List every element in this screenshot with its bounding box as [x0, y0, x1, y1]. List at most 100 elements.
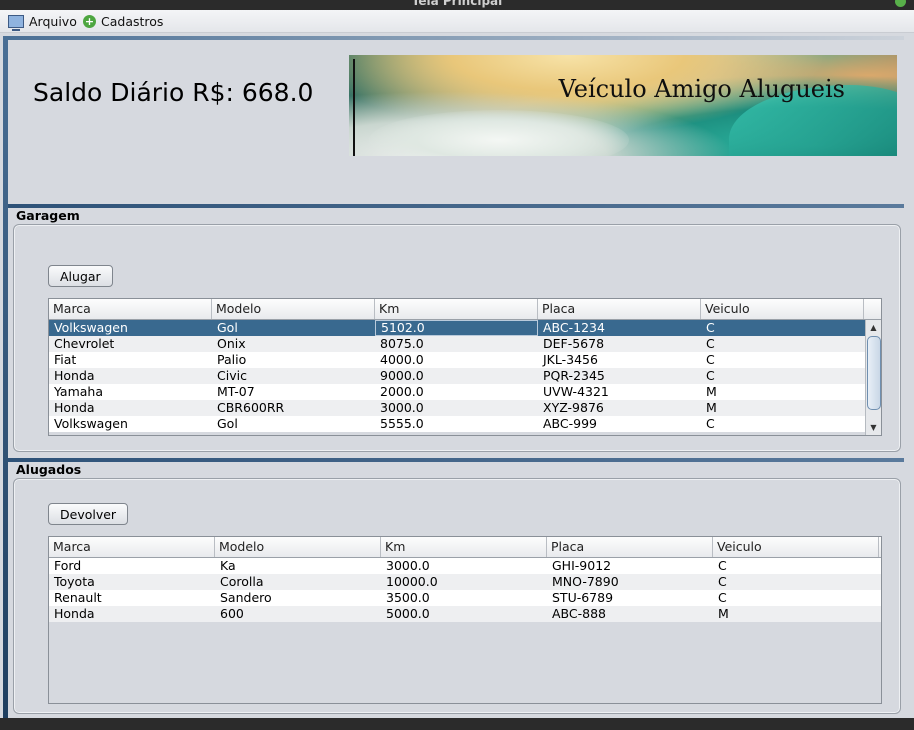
table-cell: 9000.0	[380, 368, 424, 383]
scroll-up-icon[interactable]: ▲	[866, 322, 881, 334]
table-row[interactable]: Toyota Corolla 10000.0 MNO-7890 C	[49, 574, 881, 590]
garagem-separator	[8, 204, 904, 208]
garagem-scrollbar[interactable]: ▲ ▼	[865, 320, 881, 435]
table-cell: MT-07	[217, 384, 255, 399]
table-row[interactable]: Chevrolet Onix 8075.0 DEF-5678 C	[49, 336, 881, 352]
banner-smoke	[369, 110, 629, 156]
table-cell: Honda	[54, 400, 95, 415]
table-cell: 10000.0	[386, 574, 438, 589]
table-cell: Gol	[217, 416, 238, 431]
table-cell: Volkswagen	[54, 320, 128, 335]
table-row[interactable]: Renault Sandero 3500.0 STU-6789 C	[49, 590, 881, 606]
table-cell: 5000.0	[386, 606, 430, 621]
table-cell: Toyota	[54, 574, 95, 589]
table-cell: Yamaha	[54, 384, 103, 399]
saldo-diario-label: Saldo Diário R$: 668.0	[33, 78, 314, 107]
table-cell: 4000.0	[380, 352, 424, 367]
garagem-table[interactable]: Marca Modelo Km Placa Veiculo Volkswagen…	[48, 298, 882, 436]
table-cell: Ka	[220, 558, 236, 573]
menu-bar: Arquivo + Cadastros	[0, 10, 914, 33]
table-cell: GHI-9012	[552, 558, 612, 573]
table-cell: 5555.0	[380, 416, 424, 431]
alugar-button[interactable]: Alugar	[48, 265, 113, 287]
scroll-thumb[interactable]	[867, 336, 881, 410]
table-row[interactable]: Volkswagen Gol 5555.0 ABC-999 C	[49, 416, 881, 432]
table-cell: JKL-3456	[543, 352, 598, 367]
table-cell: 2000.0	[380, 384, 424, 399]
col-km[interactable]: Km	[375, 299, 538, 319]
menu-cadastros[interactable]: + Cadastros	[83, 13, 163, 29]
garagem-table-body: Volkswagen Gol 5102.0 ABC-1234 C Chevrolet Oni…	[49, 320, 881, 432]
table-cell: ABC-999	[543, 416, 598, 431]
col-modelo[interactable]: Modelo	[212, 299, 375, 319]
col-placa[interactable]: Placa	[547, 537, 713, 557]
table-row[interactable]: Honda CBR600RR 3000.0 XYZ-9876 M	[49, 400, 881, 416]
plus-icon: +	[83, 14, 96, 28]
table-cell: CBR600RR	[217, 400, 285, 415]
table-cell: 3000.0	[386, 558, 430, 573]
table-cell: Ford	[54, 558, 82, 573]
col-km[interactable]: Km	[381, 537, 547, 557]
table-cell: C	[706, 416, 715, 431]
table-cell: Sandero	[220, 590, 272, 605]
devolver-button[interactable]: Devolver	[48, 503, 129, 525]
table-cell: ABC-888	[552, 606, 607, 621]
table-cell: C	[718, 574, 727, 589]
table-cell: 3500.0	[386, 590, 430, 605]
table-row[interactable]: Volkswagen Gol 5102.0 ABC-1234 C	[49, 320, 881, 336]
table-cell: DEF-5678	[543, 336, 605, 351]
table-cell: Gol	[217, 320, 238, 335]
col-marca[interactable]: Marca	[49, 299, 212, 319]
table-row[interactable]: Yamaha MT-07 2000.0 UVW-4321 M	[49, 384, 881, 400]
table-cell: C	[718, 590, 727, 605]
table-cell: 8075.0	[380, 336, 424, 351]
table-cell: Corolla	[220, 574, 264, 589]
garagem-title: Garagem	[16, 208, 80, 223]
table-cell: C	[706, 368, 715, 383]
banner-divider	[353, 59, 355, 156]
scroll-down-icon[interactable]: ▼	[866, 422, 881, 434]
col-placa[interactable]: Placa	[538, 299, 701, 319]
table-cell: C	[706, 336, 715, 351]
table-cell: Volkswagen	[54, 416, 128, 431]
table-cell: M	[718, 606, 729, 621]
table-cell: ABC-1234	[543, 320, 605, 335]
table-cell: XYZ-9876	[543, 400, 604, 415]
table-row[interactable]: Fiat Palio 4000.0 JKL-3456 C	[49, 352, 881, 368]
table-cell: Honda	[54, 606, 95, 621]
table-row[interactable]: Ford Ka 3000.0 GHI-9012 C	[49, 558, 881, 574]
col-modelo[interactable]: Modelo	[215, 537, 381, 557]
table-cell: Civic	[217, 368, 247, 383]
alugados-table-header: Marca Modelo Km Placa Veiculo	[49, 537, 881, 558]
menu-cadastros-label: Cadastros	[101, 13, 164, 29]
col-veiculo[interactable]: Veiculo	[713, 537, 879, 557]
alugados-title: Alugados	[16, 462, 82, 477]
banner-title: Veículo Amigo Alugueis	[558, 75, 845, 103]
window-title: Tela Principal	[411, 0, 503, 8]
table-cell: M	[706, 384, 717, 399]
table-row[interactable]: Honda Civic 9000.0 PQR-2345 C	[49, 368, 881, 384]
alugados-table[interactable]: Marca Modelo Km Placa Veiculo Ford Ka 3000…	[48, 536, 882, 704]
table-cell: Honda	[54, 368, 95, 383]
table-cell: Fiat	[54, 352, 77, 367]
table-cell: C	[706, 320, 715, 335]
table-cell: Renault	[54, 590, 102, 605]
alugados-separator	[8, 458, 904, 462]
table-cell: Onix	[217, 336, 246, 351]
banner-image: Veículo Amigo Alugueis	[349, 55, 897, 156]
table-cell: M	[706, 400, 717, 415]
table-cell: Palio	[217, 352, 247, 367]
table-row[interactable]: Honda 600 5000.0 ABC-888 M	[49, 606, 881, 622]
top-accent-line	[8, 36, 904, 40]
col-marca[interactable]: Marca	[49, 537, 215, 557]
col-veiculo[interactable]: Veiculo	[701, 299, 864, 319]
menu-arquivo[interactable]: Arquivo	[8, 13, 77, 31]
table-cell: STU-6789	[552, 590, 614, 605]
left-accent-bar	[3, 36, 8, 718]
window-titlebar: Tela Principal	[0, 0, 914, 10]
table-cell: 3000.0	[380, 400, 424, 415]
table-cell: 600	[220, 606, 244, 621]
garagem-table-header: Marca Modelo Km Placa Veiculo	[49, 299, 881, 320]
table-cell: Chevrolet	[54, 336, 115, 351]
table-cell: UVW-4321	[543, 384, 609, 399]
